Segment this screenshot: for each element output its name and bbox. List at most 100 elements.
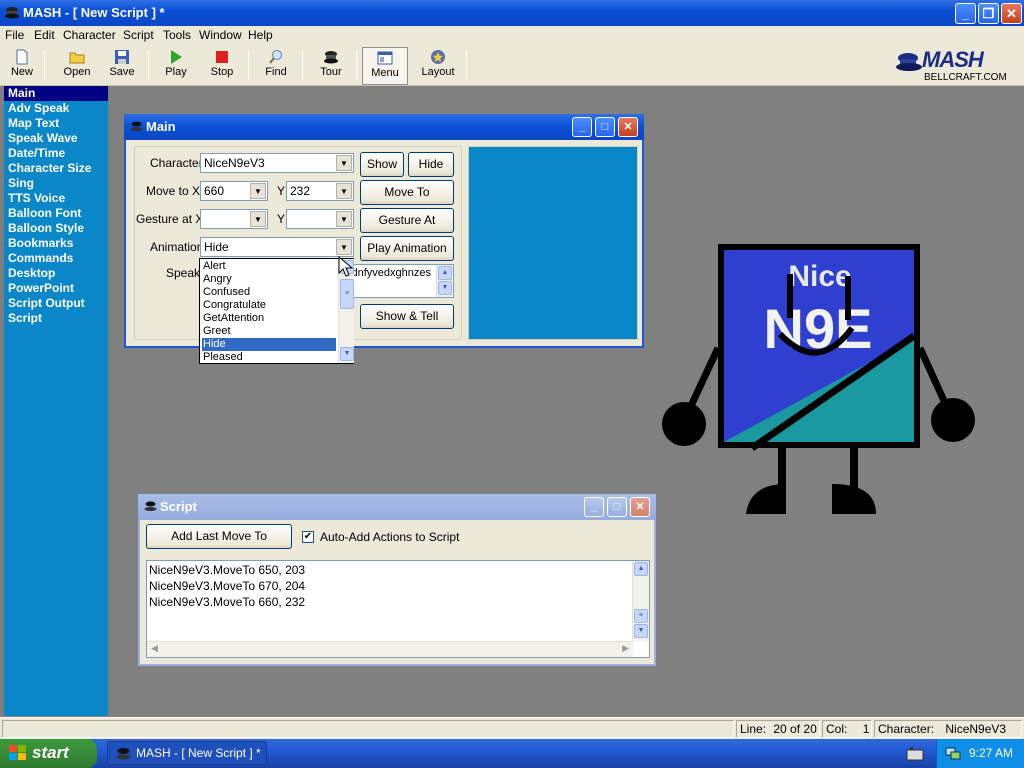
animation-option[interactable]: Pleased <box>202 351 336 364</box>
animation-option[interactable]: Greet <box>202 325 336 338</box>
sidebar-item-sing[interactable]: Sing <box>4 176 108 191</box>
chevron-down-icon[interactable]: ▼ <box>250 211 266 227</box>
close-icon: ✕ <box>623 121 633 133</box>
network-tray-icon[interactable] <box>945 746 961 761</box>
sidebar-item-adv-speak[interactable]: Adv Speak <box>4 101 108 116</box>
sidebar-item-desktop[interactable]: Desktop <box>4 266 108 281</box>
moveto-y-combo[interactable]: 232 ▼ <box>286 181 354 201</box>
sidebar-item-script-output[interactable]: Script Output <box>4 296 108 311</box>
script-maximize-button[interactable]: □ <box>607 497 627 517</box>
character-left-foot <box>746 484 786 514</box>
tour-button[interactable]: Tour <box>312 47 350 85</box>
keyboard-tray-icon[interactable] <box>906 746 924 761</box>
character-combo[interactable]: NiceN9eV3 ▼ <box>200 153 354 173</box>
sidebar-item-character-size[interactable]: Character Size <box>4 161 108 176</box>
new-button[interactable]: New <box>4 47 40 85</box>
moveto-x-combo[interactable]: 660 ▼ <box>200 181 268 201</box>
scroll-left-icon[interactable]: ◀ <box>151 643 158 654</box>
script-close-button[interactable]: ✕ <box>630 497 650 517</box>
menu-file[interactable]: File <box>5 28 24 42</box>
script-editor[interactable]: NiceN9eV3.MoveTo 650, 203 NiceN9eV3.Move… <box>146 560 650 658</box>
restore-button[interactable]: ❐ <box>978 3 999 24</box>
menu-edit[interactable]: Edit <box>34 28 55 42</box>
main-maximize-button[interactable]: □ <box>595 117 615 137</box>
sidebar-item-main[interactable]: Main <box>4 86 108 101</box>
main-minimize-button[interactable]: _ <box>572 117 592 137</box>
find-button[interactable]: Find <box>258 47 294 85</box>
new-document-icon <box>16 49 28 65</box>
close-button[interactable]: ✕ <box>1001 3 1022 24</box>
chevron-down-icon[interactable]: ▼ <box>336 211 352 227</box>
show-and-tell-button[interactable]: Show & Tell <box>360 304 454 329</box>
animation-option[interactable]: Confused <box>202 286 336 299</box>
open-button[interactable]: Open <box>58 47 96 85</box>
chevron-down-icon[interactable]: ▼ <box>336 239 352 255</box>
sidebar-item-date-time[interactable]: Date/Time <box>4 146 108 161</box>
script-window-titlebar[interactable]: Script _ □ ✕ <box>138 494 656 520</box>
main-window-titlebar[interactable]: Main _ □ ✕ <box>124 114 644 140</box>
scroll-down-icon[interactable]: ▼ <box>634 624 648 638</box>
script-horizontal-scrollbar[interactable]: ◀ ▶ <box>147 641 633 657</box>
scroll-thumb[interactable]: ≡ <box>634 609 648 623</box>
sidebar-item-bookmarks[interactable]: Bookmarks <box>4 236 108 251</box>
menu-tools[interactable]: Tools <box>163 28 191 42</box>
animation-combo[interactable]: Hide ▼ <box>200 237 354 257</box>
chevron-down-icon[interactable]: ▼ <box>336 155 352 171</box>
menu-window[interactable]: Window <box>199 28 242 42</box>
scroll-up-icon[interactable]: ▲ <box>634 562 648 576</box>
sidebar-item-map-text[interactable]: Map Text <box>4 116 108 131</box>
sidebar-item-commands[interactable]: Commands <box>4 251 108 266</box>
scroll-down-icon[interactable]: ▼ <box>438 281 452 295</box>
stop-icon <box>216 51 228 63</box>
animation-option-selected[interactable]: Hide <box>202 338 336 351</box>
status-message-pane <box>2 720 734 738</box>
nice-n9e-character[interactable]: Nice N9E <box>660 238 978 520</box>
menu-character[interactable]: Character <box>63 28 116 42</box>
menu-help[interactable]: Help <box>248 28 273 42</box>
play-button[interactable]: Play <box>158 47 194 85</box>
main-close-button[interactable]: ✕ <box>618 117 638 137</box>
app-titlebar[interactable]: MASH - [ New Script ] * _ ❐ ✕ <box>0 0 1024 26</box>
clock: 9:27 AM <box>969 746 1014 760</box>
minimize-button[interactable]: _ <box>955 3 976 24</box>
animation-option[interactable]: Congratulate <box>202 299 336 312</box>
animation-option[interactable]: Alert <box>202 260 336 273</box>
auto-add-checkbox[interactable]: ✔ <box>302 531 314 543</box>
play-animation-button[interactable]: Play Animation <box>360 236 454 261</box>
chevron-down-icon[interactable]: ▼ <box>336 183 352 199</box>
scroll-up-icon[interactable]: ▲ <box>438 266 452 280</box>
layout-button[interactable]: Layout <box>416 47 460 85</box>
stop-button[interactable]: Stop <box>204 47 240 85</box>
move-to-button[interactable]: Move To <box>360 180 454 205</box>
speak-scrollbar[interactable]: ▲ ▼ <box>436 265 453 297</box>
show-button[interactable]: Show <box>360 152 404 177</box>
sidebar-item-balloon-font[interactable]: Balloon Font <box>4 206 108 221</box>
restore-icon: ❐ <box>982 6 995 21</box>
sidebar-item-script[interactable]: Script <box>4 311 108 326</box>
hide-button[interactable]: Hide <box>408 152 454 177</box>
save-button[interactable]: Save <box>104 47 140 85</box>
taskbar-item-mash[interactable]: MASH - [ New Script ] * <box>107 741 267 765</box>
gesture-at-button[interactable]: Gesture At <box>360 208 454 233</box>
sidebar-item-balloon-style[interactable]: Balloon Style <box>4 221 108 236</box>
menu-button[interactable]: Menu <box>362 47 408 85</box>
sidebar-item-speak-wave[interactable]: Speak Wave <box>4 131 108 146</box>
menu-script[interactable]: Script <box>123 28 154 42</box>
animation-option[interactable]: GetAttention <box>202 312 336 325</box>
moveto-x-value: 660 <box>204 184 225 198</box>
gesture-y-combo[interactable]: ▼ <box>286 209 354 229</box>
gesture-x-combo[interactable]: ▼ <box>200 209 268 229</box>
add-last-move-to-button[interactable]: Add Last Move To <box>146 524 292 549</box>
sidebar-item-powerpoint[interactable]: PowerPoint <box>4 281 108 296</box>
maximize-icon: □ <box>601 121 609 133</box>
sidebar-item-tts-voice[interactable]: TTS Voice <box>4 191 108 206</box>
script-minimize-button[interactable]: _ <box>584 497 604 517</box>
chevron-down-icon[interactable]: ▼ <box>250 183 266 199</box>
scroll-down-icon[interactable]: ▼ <box>340 347 354 361</box>
start-button[interactable]: start <box>0 739 97 768</box>
scroll-right-icon[interactable]: ▶ <box>622 643 629 654</box>
scroll-thumb[interactable]: ≡ <box>340 279 354 309</box>
script-vertical-scrollbar[interactable]: ▲ ≡ ▼ <box>632 561 649 641</box>
animation-dropdown-list[interactable]: Alert Angry Confused Congratulate GetAtt… <box>199 258 354 364</box>
animation-option[interactable]: Angry <box>202 273 336 286</box>
